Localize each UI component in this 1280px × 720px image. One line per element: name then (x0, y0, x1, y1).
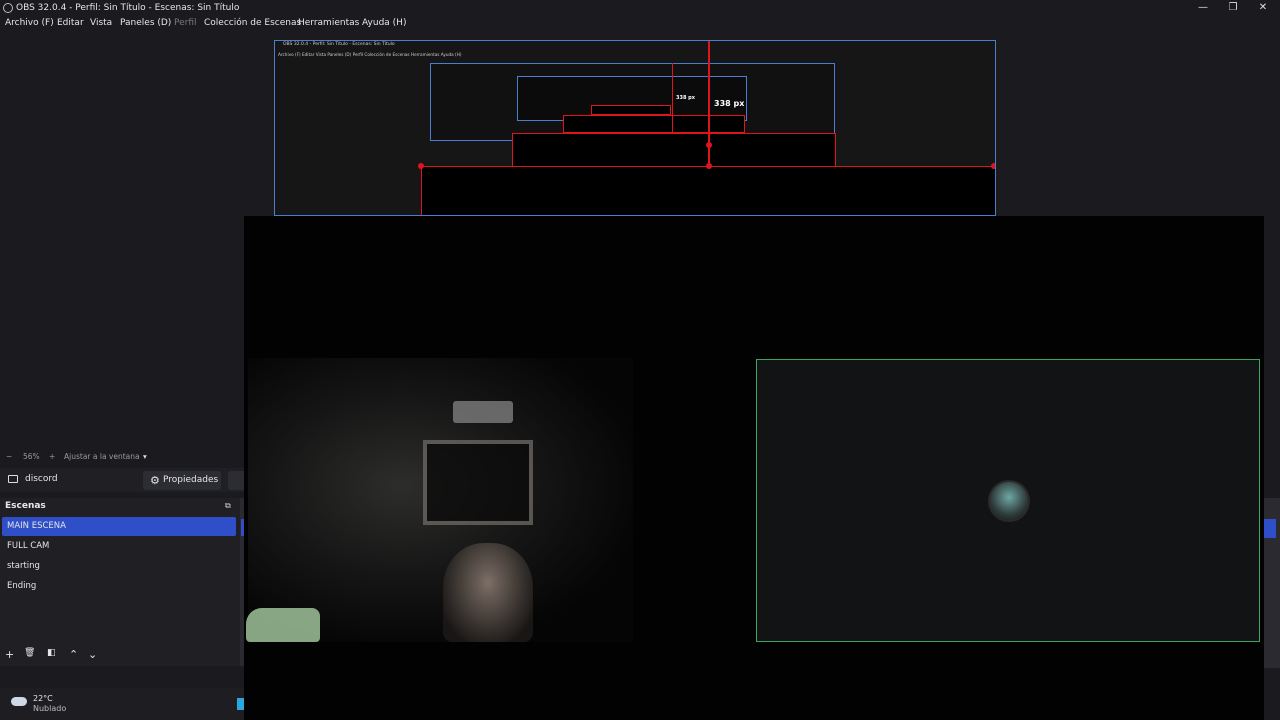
chevron-down-icon[interactable]: ▾ (143, 452, 147, 461)
menu-perfil[interactable]: Perfil (174, 18, 197, 28)
properties-button[interactable]: ⚙ Propiedades (143, 471, 221, 490)
filters-button[interactable] (228, 471, 244, 490)
monitor-icon (8, 475, 18, 483)
menu-archivo[interactable]: Archivo (F) (5, 18, 54, 28)
zoom-level: 56% (23, 452, 40, 461)
scene-item-full-cam[interactable]: FULL CAM (2, 537, 236, 556)
source-toolbar: discord ⚙ Propiedades (0, 468, 244, 492)
nested-window-title: OBS 32.0.4 - Perfil: Sin Título - Escena… (283, 42, 395, 47)
nested-source-box-mid (563, 115, 745, 133)
menu-vista[interactable]: Vista (90, 18, 112, 28)
webcam-feed (246, 358, 633, 642)
move-up-button[interactable]: ⌃ (69, 648, 78, 661)
distance-label: 338 px (714, 99, 745, 108)
nested-source-box-large (512, 133, 836, 167)
undock-icon[interactable]: ⧉ (225, 501, 231, 511)
zoom-in-button[interactable]: + (49, 452, 55, 461)
air-conditioner (453, 401, 513, 423)
resize-handle (706, 163, 712, 169)
trash-icon[interactable]: 🗑 (24, 648, 35, 658)
fit-window-label[interactable]: Ajustar a la ventana (64, 452, 140, 461)
weather-temperature[interactable]: 22°C (33, 694, 53, 703)
scenes-header: Escenas (5, 501, 46, 511)
scene-item-main-escena[interactable]: MAIN ESCENA (2, 517, 236, 536)
properties-label: Propiedades (163, 475, 219, 485)
window-frame (423, 440, 533, 525)
selected-source-box (421, 166, 995, 215)
window-title: OBS 32.0.4 - Perfil: Sin Título - Escena… (16, 3, 240, 13)
menu-paneles[interactable]: Paneles (D) (120, 18, 171, 28)
restore-button[interactable]: ❐ (1218, 0, 1248, 16)
distance-label-small: 338 px (676, 95, 695, 101)
menu-herramientas[interactable]: Herramientas (298, 18, 359, 28)
taskbar-app-icon[interactable] (237, 698, 244, 710)
guide-line-vertical (708, 41, 710, 167)
menu-editar[interactable]: Editar (57, 18, 84, 28)
gear-icon: ⚙ (150, 474, 160, 487)
menu-ayuda[interactable]: Ayuda (H) (362, 18, 406, 28)
nested-menu-bar: Archivo (F) Editar Vista Paneles (D) Per… (278, 52, 462, 57)
zoom-bar: − 56% + Ajustar a la ventana ▾ (0, 452, 244, 464)
selected-source-name: discord (25, 474, 58, 484)
filters-icon[interactable]: ◧ (47, 648, 56, 658)
scene-item-ending[interactable]: Ending (2, 577, 236, 596)
menu-bar: Archivo (F) Editar Vista Paneles (D) Per… (0, 16, 1280, 32)
right-dock-selected-edge (1264, 519, 1276, 538)
discord-avatar (988, 480, 1030, 522)
scenes-dock: Escenas ⧉ MAIN ESCENA FULL CAM starting … (0, 498, 240, 666)
nested-source-box-small (591, 105, 671, 115)
resize-handle (991, 163, 995, 169)
taskbar: 22°C Nublado (0, 688, 244, 720)
menu-coleccion-escenas[interactable]: Colección de Escenas (204, 18, 301, 28)
close-button[interactable]: ✕ (1248, 0, 1278, 16)
weather-condition[interactable]: Nublado (33, 704, 66, 713)
zoom-out-button[interactable]: − (6, 452, 12, 461)
green-mug (246, 608, 320, 642)
cloud-icon (11, 697, 27, 706)
title-bar: OBS 32.0.4 - Perfil: Sin Título - Escena… (0, 0, 1280, 16)
obs-logo-icon (3, 3, 13, 13)
resize-handle (418, 163, 424, 169)
scene-item-starting[interactable]: starting (2, 557, 236, 576)
nested-obs-capture: OBS 32.0.4 - Perfil: Sin Título - Escena… (274, 40, 996, 216)
guide-line-vertical-inner (672, 63, 673, 133)
minimize-button[interactable]: — (1188, 0, 1218, 16)
move-down-button[interactable]: ⌄ (88, 648, 97, 661)
add-scene-button[interactable]: + (5, 648, 14, 661)
sources-selected-edge (241, 519, 244, 536)
streamer-person (443, 543, 533, 642)
resize-handle (706, 142, 712, 148)
